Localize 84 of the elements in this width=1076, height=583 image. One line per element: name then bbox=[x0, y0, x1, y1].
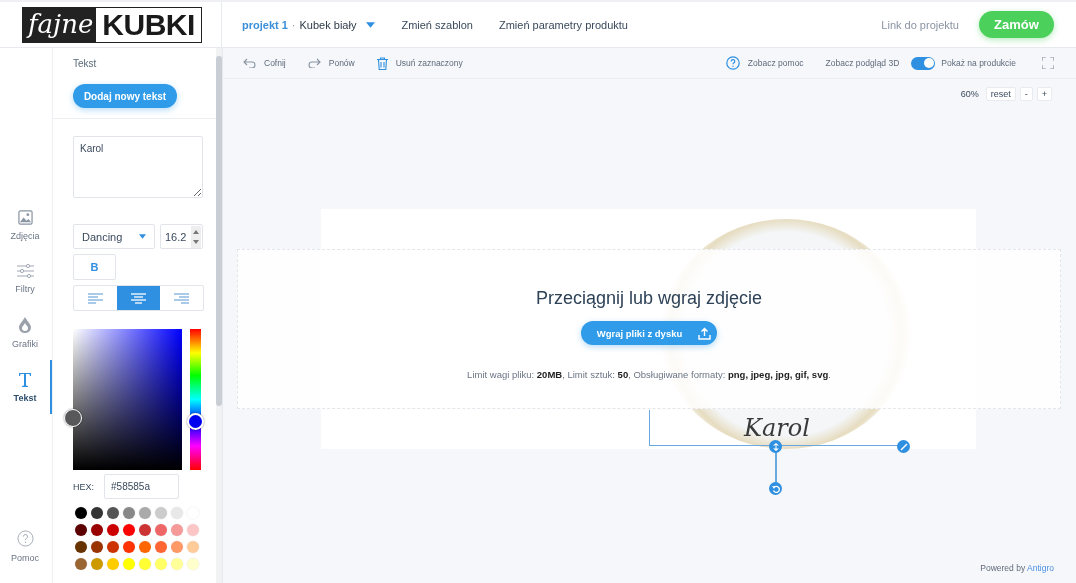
color-swatch[interactable] bbox=[123, 524, 135, 536]
sliders-icon bbox=[16, 264, 34, 278]
zoom-button[interactable]: reset bbox=[985, 86, 1016, 101]
zoom-value: 60% bbox=[960, 88, 979, 99]
color-swatch[interactable] bbox=[187, 541, 199, 553]
nav-item[interactable]: Tekst bbox=[0, 360, 52, 414]
align-right-icon bbox=[174, 292, 189, 304]
color-swatch[interactable] bbox=[91, 558, 103, 570]
color-swatch[interactable] bbox=[155, 541, 167, 553]
nav-item[interactable]: Filtry bbox=[0, 252, 52, 306]
scrollbar-thumb[interactable] bbox=[216, 56, 222, 406]
preview-3d-button[interactable]: Zobacz podgląd 3D bbox=[825, 58, 900, 68]
color-picker-cursor[interactable] bbox=[64, 409, 82, 427]
font-size-field[interactable]: 16.2 bbox=[160, 224, 203, 249]
color-swatch[interactable] bbox=[91, 541, 103, 553]
color-swatch[interactable] bbox=[139, 558, 151, 570]
align-center-button[interactable] bbox=[117, 286, 160, 310]
help-icon bbox=[16, 529, 34, 547]
rotate-handle[interactable] bbox=[769, 482, 782, 495]
toggle-switch[interactable] bbox=[911, 56, 936, 70]
align-left-icon bbox=[88, 292, 103, 304]
undo-icon bbox=[243, 58, 256, 68]
color-swatch[interactable] bbox=[171, 558, 183, 570]
redo-icon bbox=[307, 58, 321, 68]
design-text[interactable]: Karol bbox=[744, 414, 810, 442]
hue-slider-thumb[interactable] bbox=[187, 413, 204, 431]
color-swatch[interactable] bbox=[91, 507, 103, 519]
color-swatch[interactable] bbox=[139, 507, 151, 519]
undo-button[interactable]: Cofnij bbox=[243, 58, 286, 68]
color-swatch[interactable] bbox=[75, 558, 87, 570]
color-swatch[interactable] bbox=[139, 524, 151, 536]
color-swatch[interactable] bbox=[123, 558, 135, 570]
drop-icon bbox=[19, 317, 31, 333]
fullscreen-icon[interactable] bbox=[1042, 57, 1054, 69]
help-icon bbox=[725, 56, 740, 70]
color-swatch[interactable] bbox=[107, 558, 119, 570]
spinner-icon[interactable] bbox=[191, 225, 201, 248]
trash-icon bbox=[376, 56, 388, 70]
panel-title: Tekst bbox=[72, 57, 97, 69]
color-swatch[interactable] bbox=[75, 507, 87, 519]
color-swatch[interactable] bbox=[107, 507, 119, 519]
color-swatch[interactable] bbox=[75, 541, 87, 553]
nav-item[interactable]: Zdjęcia bbox=[0, 198, 52, 252]
upload-icon bbox=[698, 326, 712, 340]
project-dropdown[interactable]: projekt 1 · Kubek biały bbox=[242, 18, 376, 31]
help-nav-item[interactable]: Pomoc bbox=[0, 519, 52, 573]
upload-dropzone[interactable]: Przeciągnij lub wgraj zdjęcie Wgraj pliki z dysku Limit wagi pliku: 20MB, Limit sztuk: 50, Obsługiwane formaty: png, jpeg, jpg, gif, svg. bbox=[237, 249, 1061, 409]
redo-button[interactable]: Ponów bbox=[307, 58, 355, 68]
color-swatch[interactable] bbox=[155, 507, 167, 519]
color-swatch[interactable] bbox=[155, 558, 167, 570]
hex-label: HEX: bbox=[73, 481, 94, 492]
caret-icon[interactable] bbox=[139, 234, 146, 239]
align-center-icon bbox=[131, 292, 146, 304]
color-swatch[interactable] bbox=[75, 524, 87, 536]
color-swatch[interactable] bbox=[123, 507, 135, 519]
zoom-button[interactable]: - bbox=[1019, 86, 1033, 101]
image-icon bbox=[17, 209, 33, 225]
upload-title: Przeciągnij lub wgraj zdjęcie bbox=[535, 288, 763, 309]
color-swatch[interactable] bbox=[139, 541, 151, 553]
help-button[interactable]: Zobacz pomoc bbox=[725, 56, 804, 70]
toggle-label: Pokaż na produkcie bbox=[941, 58, 1016, 68]
color-swatch[interactable] bbox=[187, 524, 199, 536]
color-swatch[interactable] bbox=[155, 524, 167, 536]
color-swatch[interactable] bbox=[91, 524, 103, 536]
hue-slider[interactable] bbox=[190, 329, 201, 470]
hex-field[interactable]: #58585a bbox=[104, 474, 179, 499]
color-swatch[interactable] bbox=[171, 541, 183, 553]
color-swatch[interactable] bbox=[107, 541, 119, 553]
powered-by-text: Powered by Antigro bbox=[980, 563, 1054, 573]
color-swatch[interactable] bbox=[171, 524, 183, 536]
delete-button[interactable]: Usuń zaznaczony bbox=[376, 56, 463, 70]
caret-icon[interactable] bbox=[366, 21, 376, 28]
logo[interactable]: fajne KUBKI bbox=[22, 6, 202, 43]
color-swatch[interactable] bbox=[187, 558, 199, 570]
menu-link[interactable]: Zmień parametry produktu bbox=[498, 18, 628, 31]
color-swatch[interactable] bbox=[123, 541, 135, 553]
upload-limits-text: Limit wagi pliku: 20MB, Limit sztuk: 50, Obsługiwane formaty: png, jpeg, jpg, gif, svg. bbox=[467, 369, 831, 380]
menu-link[interactable]: Zmień szablon bbox=[401, 18, 473, 31]
font-dropdown[interactable]: Dancing bbox=[73, 224, 155, 249]
text-input[interactable]: Karol bbox=[73, 136, 203, 198]
nav-item[interactable]: Grafiki bbox=[0, 306, 52, 360]
text-icon bbox=[18, 371, 32, 387]
color-swatch[interactable] bbox=[107, 524, 119, 536]
zoom-button[interactable]: + bbox=[1036, 86, 1052, 101]
